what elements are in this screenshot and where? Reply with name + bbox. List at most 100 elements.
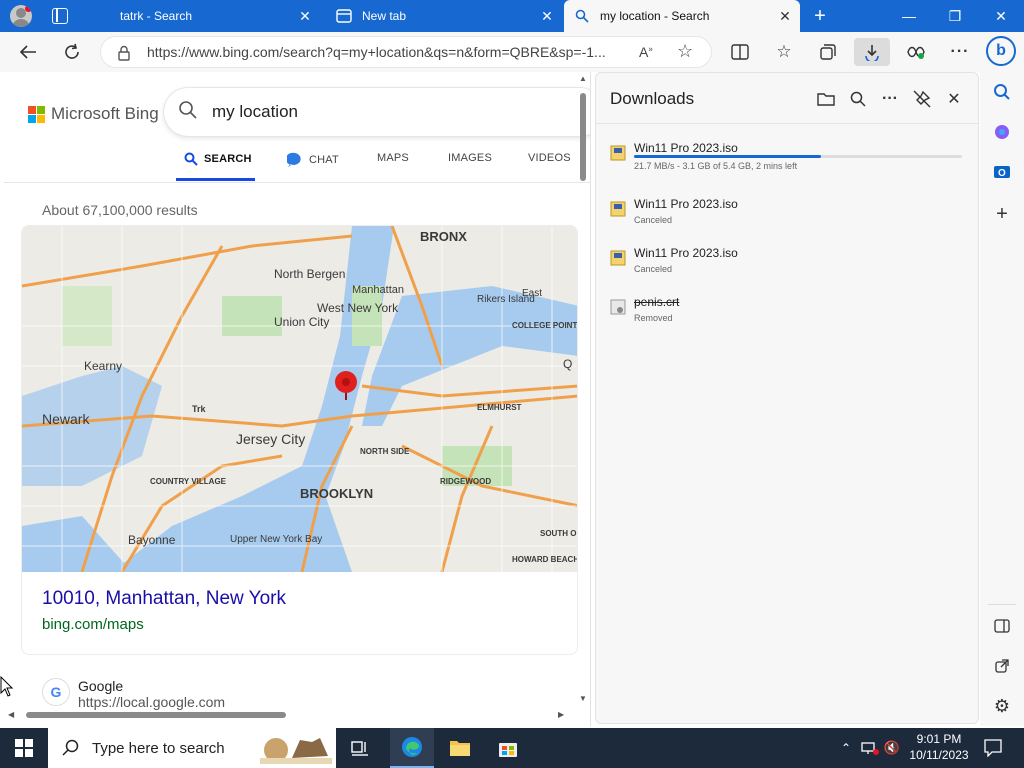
- tab-actions-icon[interactable]: [52, 8, 68, 24]
- minimize-button[interactable]: —: [886, 0, 932, 32]
- map-label: Trk: [192, 404, 207, 414]
- task-view-icon[interactable]: [344, 728, 376, 768]
- browser-essentials-icon[interactable]: [902, 38, 930, 66]
- map-label: BRONX: [420, 229, 467, 244]
- read-aloud-icon[interactable]: A»: [639, 44, 653, 60]
- certificate-file-icon: [610, 299, 626, 315]
- notifications-icon[interactable]: [978, 728, 1008, 768]
- map-label: ELMHURST: [477, 403, 522, 412]
- search-icon[interactable]: [178, 100, 198, 125]
- clock-time: 9:01 PM: [916, 732, 962, 746]
- new-tab-page-icon: [336, 8, 352, 24]
- favorite-star-icon[interactable]: ☆: [677, 41, 693, 62]
- settings-gear-icon[interactable]: ⚙: [988, 692, 1016, 720]
- favorites-icon[interactable]: ☆: [770, 38, 798, 66]
- iso-file-icon: [610, 250, 626, 266]
- map-label: Q: [563, 357, 572, 371]
- downloads-icon[interactable]: [854, 38, 890, 66]
- address-bar[interactable]: https://www.bing.com/search?q=my+locatio…: [100, 36, 712, 68]
- google-result[interactable]: G Google https://local.google.com: [42, 678, 225, 710]
- search-highlight-image: [260, 738, 332, 764]
- back-button[interactable]: [14, 38, 42, 66]
- vertical-scrollbar[interactable]: ▲ ▼: [579, 74, 587, 720]
- split-screen-icon[interactable]: [726, 38, 754, 66]
- map-result-url[interactable]: bing.com/maps: [42, 616, 144, 633]
- tab-tatrk[interactable]: tatrk - Search ✕: [84, 0, 320, 32]
- tab-videos[interactable]: VIDEOS: [528, 152, 571, 164]
- network-icon[interactable]: [860, 728, 880, 768]
- search-tab-icon: [94, 8, 110, 24]
- map-label: Kearny: [84, 359, 122, 373]
- external-link-icon[interactable]: [988, 652, 1016, 680]
- download-filename[interactable]: Win11 Pro 2023.iso: [634, 141, 738, 155]
- divider: [596, 123, 978, 124]
- url-text[interactable]: https://www.bing.com/search?q=my+locatio…: [147, 44, 627, 60]
- map-label: North Bergen: [274, 267, 345, 281]
- search-query[interactable]: my location: [212, 102, 298, 122]
- download-filename[interactable]: Win11 Pro 2023.iso: [634, 246, 738, 260]
- downloads-title: Downloads: [610, 89, 695, 108]
- search-downloads-icon[interactable]: [844, 87, 872, 111]
- tab-new-tab[interactable]: New tab ✕: [326, 0, 562, 32]
- restore-button[interactable]: ❐: [932, 0, 978, 32]
- collections-icon[interactable]: [814, 38, 842, 66]
- tab-title: New tab: [362, 9, 407, 23]
- open-folder-icon[interactable]: [812, 87, 840, 111]
- search-box[interactable]: my location: [164, 88, 590, 136]
- tab-maps[interactable]: MAPS: [377, 152, 409, 164]
- new-tab-button[interactable]: +: [808, 4, 832, 28]
- close-tab-icon[interactable]: ✕: [298, 8, 312, 24]
- download-filename[interactable]: penis.crt: [634, 295, 679, 309]
- bing-logo[interactable]: Microsoft Bing: [28, 104, 159, 124]
- search-icon: [184, 152, 198, 166]
- map-label: Upper New York Bay: [230, 534, 322, 545]
- tab-images[interactable]: IMAGES: [448, 152, 492, 164]
- taskbar-search-placeholder[interactable]: Type here to search: [92, 740, 225, 757]
- close-panel-icon[interactable]: ✕: [940, 87, 968, 111]
- tab-chat[interactable]: CHAT: [287, 152, 339, 168]
- download-filename[interactable]: Win11 Pro 2023.iso: [634, 197, 738, 211]
- volume-muted-icon[interactable]: 🔇: [882, 728, 902, 768]
- lock-icon[interactable]: [117, 45, 131, 66]
- microsoft-store-icon[interactable]: [488, 728, 528, 768]
- svg-text:O: O: [998, 168, 1006, 179]
- horizontal-scrollbar[interactable]: ◀ ▶: [4, 708, 574, 722]
- map-label: COLLEGE POINT: [512, 321, 577, 330]
- park-area: [62, 286, 112, 346]
- tab-my-location[interactable]: my location - Search ✕: [564, 0, 800, 32]
- edge-taskbar-icon[interactable]: [390, 728, 434, 768]
- copilot-icon[interactable]: b: [986, 36, 1016, 66]
- outlook-icon[interactable]: O: [988, 158, 1016, 186]
- chat-icon: [287, 152, 301, 167]
- add-icon[interactable]: +: [988, 200, 1016, 228]
- hide-sidebar-icon[interactable]: [988, 612, 1016, 640]
- close-tab-icon[interactable]: ✕: [778, 8, 792, 24]
- taskbar-search-box[interactable]: Type here to search: [48, 728, 336, 768]
- unpin-icon[interactable]: [908, 87, 936, 111]
- settings-more-icon[interactable]: ···: [946, 38, 974, 66]
- more-options-icon[interactable]: ···: [876, 87, 904, 111]
- download-status: 21.7 MB/s - 3.1 GB of 5.4 GB, 2 mins lef…: [634, 161, 798, 171]
- show-hidden-icons-chevron-icon[interactable]: ⌃: [838, 728, 854, 768]
- close-window-button[interactable]: ✕: [978, 0, 1024, 32]
- map-label: SOUTH O: [540, 529, 576, 538]
- map-image[interactable]: BRONXNorth BergenManhattanWest New YorkU…: [22, 226, 578, 572]
- park-area: [222, 296, 282, 336]
- map-result-title[interactable]: 10010, Manhattan, New York: [42, 588, 286, 610]
- system-clock[interactable]: 9:01 PM 10/11/2023: [900, 731, 978, 763]
- refresh-button[interactable]: [58, 38, 86, 66]
- tab-title: tatrk - Search: [120, 9, 193, 23]
- map-label: East: [522, 288, 542, 299]
- search-icon[interactable]: [988, 78, 1016, 106]
- result-title[interactable]: Google: [78, 678, 225, 694]
- tab-search[interactable]: SEARCH: [184, 152, 252, 166]
- downloads-panel: Downloads ··· ✕ Win11 Pro 2023.iso 21.7 …: [595, 72, 979, 724]
- download-status: Canceled: [634, 215, 673, 225]
- map-result-card[interactable]: BRONX North Bergen Manhattan West New York U…: [21, 225, 578, 655]
- shopping-icon[interactable]: [988, 118, 1016, 146]
- file-explorer-icon[interactable]: [440, 728, 480, 768]
- profile-avatar[interactable]: [10, 5, 32, 27]
- close-tab-icon[interactable]: ✕: [540, 8, 554, 24]
- start-button[interactable]: [0, 728, 48, 768]
- windows-taskbar: Type here to search ⌃ 🔇 9:01 PM 10/11/20…: [0, 728, 1024, 768]
